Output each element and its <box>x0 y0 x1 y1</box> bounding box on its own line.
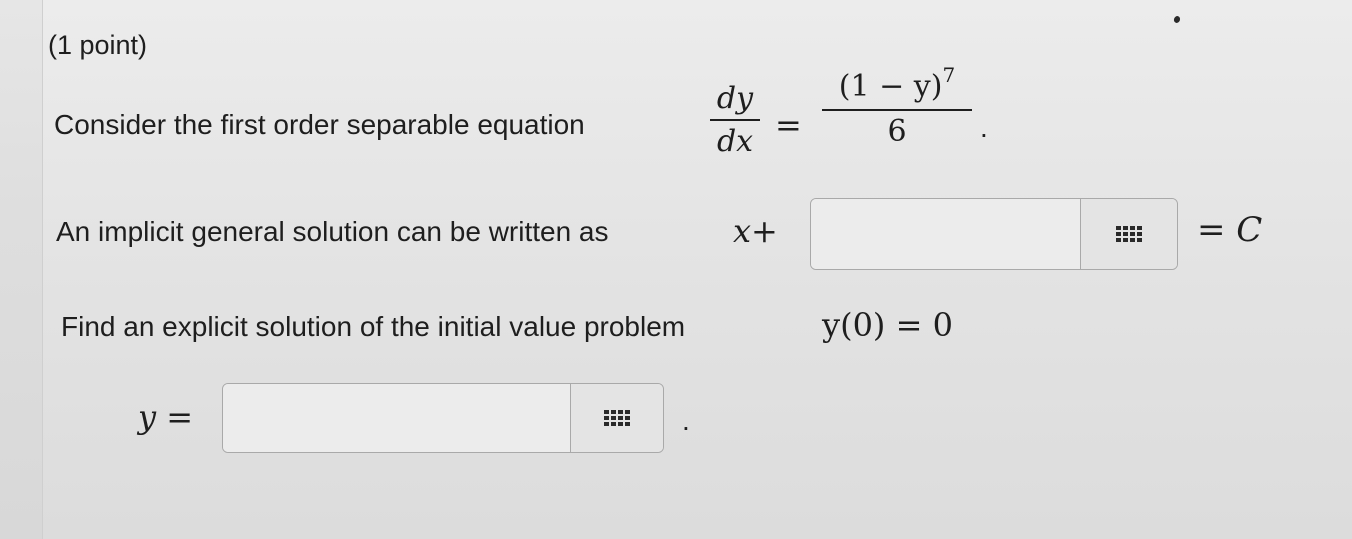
question-text-1: Consider the first order separable equat… <box>54 109 585 140</box>
rhs-numerator-base: (1 − y) <box>838 69 943 104</box>
rhs-fraction: (1 − y)7 6 <box>822 63 972 149</box>
implicit-solution-answer <box>810 198 1178 270</box>
derivative-fraction: dy dx <box>710 82 760 159</box>
sentence-period-1: . <box>980 112 988 143</box>
implicit-solution-matrix-button[interactable] <box>1080 199 1177 269</box>
screen: (1 point) Consider the first order separ… <box>0 0 1352 539</box>
grid-icon <box>1116 226 1142 242</box>
initial-condition: y(0) = 0 <box>822 306 953 344</box>
fraction-numerator: dy <box>716 81 754 116</box>
rhs-fraction-bar <box>822 109 972 111</box>
y-equals-label: y = <box>138 398 194 436</box>
equals-c: = C <box>1197 210 1263 250</box>
rhs-numerator: (1 − y)7 <box>822 63 972 106</box>
grid-icon <box>604 410 630 426</box>
fraction-bar <box>710 119 760 121</box>
explicit-solution-answer <box>222 383 664 453</box>
explicit-solution-matrix-button[interactable] <box>570 384 663 452</box>
equals-sign: = <box>775 106 802 144</box>
question-text-2: An implicit general solution can be writ… <box>56 216 609 247</box>
fraction-denominator: dx <box>716 124 754 159</box>
implicit-solution-input[interactable] <box>811 199 1081 269</box>
explicit-solution-input[interactable] <box>223 384 571 452</box>
question-text-3: Find an explicit solution of the initial… <box>61 311 686 342</box>
rhs-denominator: 6 <box>887 114 907 149</box>
sentence-period-2: . <box>682 405 690 436</box>
x-plus-expression: x+ <box>733 212 778 250</box>
points-label: (1 point) <box>48 30 148 60</box>
rhs-exponent: 7 <box>942 63 956 87</box>
